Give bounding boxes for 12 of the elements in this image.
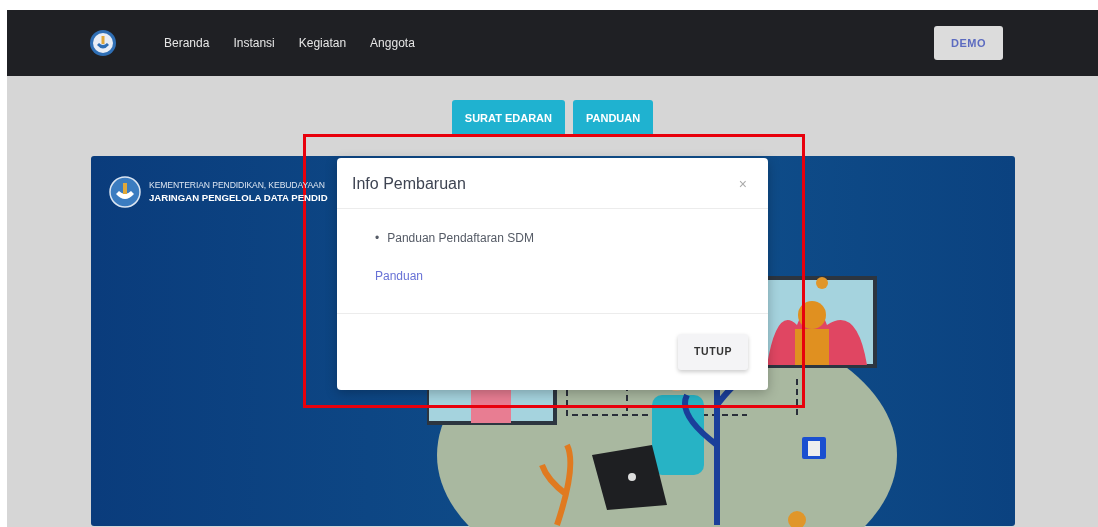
nav-link[interactable]: Anggota (370, 34, 415, 52)
guide-link[interactable]: Panduan (375, 269, 424, 283)
nav-link[interactable]: Kegiatan (298, 34, 347, 52)
demo-button[interactable]: DEMO (934, 25, 1003, 61)
emblem-logo-icon[interactable] (90, 30, 116, 56)
close-dialog-button[interactable]: TUTUP (678, 334, 748, 370)
nav-link[interactable]: Instansi (233, 34, 275, 52)
nav-link[interactable]: Beranda (164, 34, 210, 52)
emblem-icon (109, 175, 141, 208)
update-item: Panduan Pendaftaran SDM (387, 230, 534, 247)
dialog-title: Info Pembaruan (352, 174, 466, 194)
bullet-icon: • (375, 229, 380, 247)
